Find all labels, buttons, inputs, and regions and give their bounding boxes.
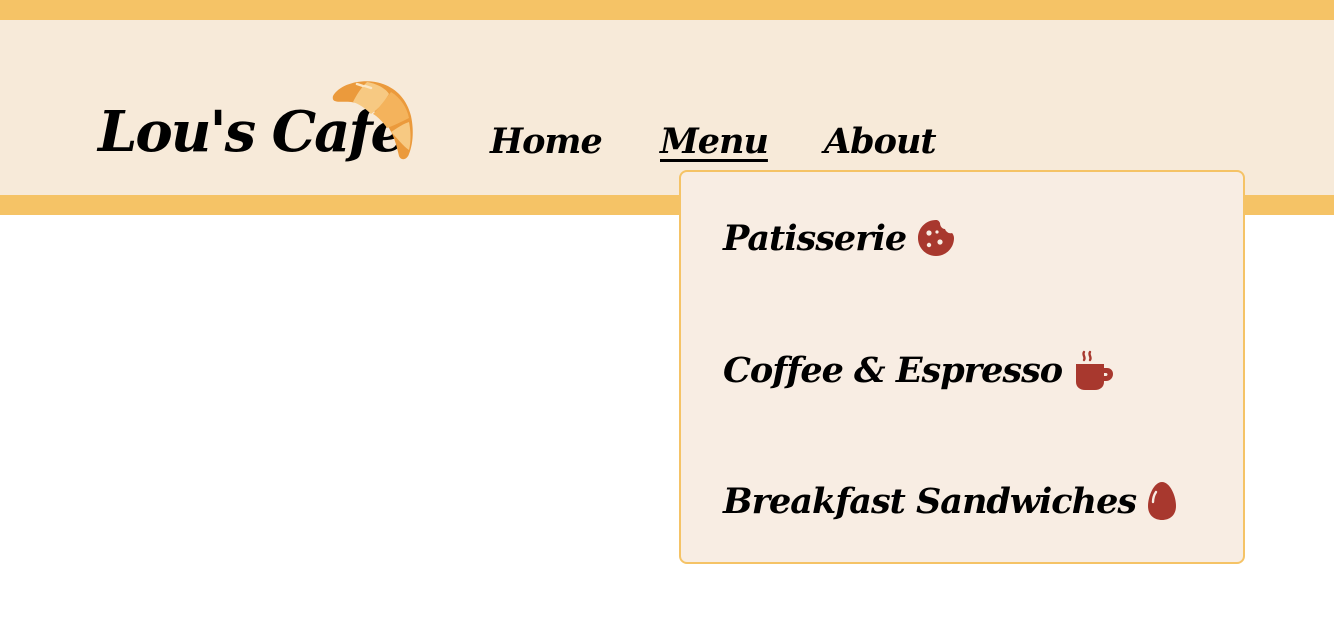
page: Lou's Cafe Home Menu About Patisserie Co… [0,0,1334,628]
egg-icon [1148,482,1177,520]
dropdown-item-label: Coffee & Espresso [723,349,1063,391]
dropdown-item-label: Breakfast Sandwiches [723,480,1137,522]
cookie-icon [918,220,955,256]
dropdown-item-coffee[interactable]: Coffee & Espresso [723,348,1116,392]
nav-home[interactable]: Home [490,124,603,159]
dropdown-item-patisserie[interactable]: Patisserie [723,218,956,258]
nav-menu[interactable]: Menu [660,124,769,159]
dropdown-item-breakfast[interactable]: Breakfast Sandwiches [723,480,1178,522]
nav-about[interactable]: About [824,124,937,159]
dropdown-item-label: Patisserie [723,217,907,259]
menu-dropdown: Patisserie Coffee & Espresso Breakfast S… [679,170,1245,564]
croissant-icon [332,81,413,160]
coffee-cup-icon [1076,350,1114,390]
